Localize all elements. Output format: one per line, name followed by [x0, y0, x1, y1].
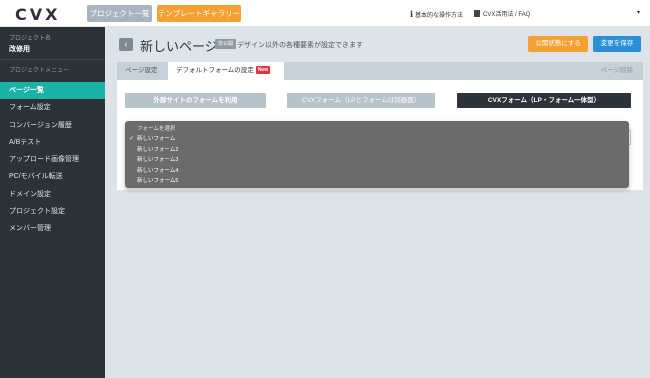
- book-icon: [474, 10, 480, 17]
- tabs-bar: ページ設定 デフォルトフォームの設定 New ページ削除: [117, 62, 643, 80]
- sidebar-item-conversion-history[interactable]: コンバージョン履歴: [0, 117, 105, 134]
- dropdown-option[interactable]: 新しいフォーム3: [125, 155, 629, 165]
- dropdown-option[interactable]: 新しいフォーム2: [125, 145, 629, 155]
- info-icon: i: [410, 9, 414, 19]
- top-bar: CVX プロジェクト一覧 テンプレートギャラリー i 基本的な操作方法 CVX活用…: [0, 0, 650, 27]
- project-list-button[interactable]: プロジェクト一覧: [87, 5, 152, 22]
- project-menu-caption: プロジェクトメニュー: [9, 68, 70, 74]
- sidebar-item-page-list[interactable]: ページ一覧: [0, 82, 105, 100]
- dropdown-header: フォームを選択: [137, 126, 176, 132]
- sidebar-item-member-management[interactable]: メンバー管理: [0, 220, 105, 237]
- back-icon[interactable]: ‹: [119, 38, 133, 51]
- cvx-logo[interactable]: CVX: [15, 5, 60, 24]
- integrated-form-button[interactable]: CVXフォーム（LP・フォーム一体型）: [457, 93, 631, 108]
- project-caption: プロジェクト名: [9, 36, 52, 42]
- faq-link[interactable]: CVX活用法 / FAQ: [474, 9, 530, 18]
- project-name: 改修用: [9, 46, 30, 53]
- save-button[interactable]: 変更を保存: [593, 36, 641, 52]
- form-select-dropdown[interactable]: フォームを選択 ✓ 新しいフォーム 新しいフォーム2 新しいフォーム3 新しいフォ…: [125, 121, 629, 188]
- sidebar-item-pc-mobile-redirect[interactable]: PC/モバイル転送: [0, 168, 105, 185]
- separate-form-button[interactable]: CVXフォーム（LPとフォームは別画面）: [287, 93, 435, 108]
- dropdown-option-label: 新しいフォーム: [137, 136, 176, 143]
- checkmark-icon: ✓: [129, 136, 135, 143]
- main-content: ‹ 新しいページ 非公開 デザイン以外の各種要素が設定できます 公開状態にする …: [105, 27, 650, 378]
- tab-default-form-label: デフォルトフォームの設定: [176, 67, 254, 74]
- dropdown-option[interactable]: 新しいフォーム4: [125, 166, 629, 176]
- faq-label: CVX活用法 / FAQ: [483, 12, 531, 18]
- basic-operation-label: 基本的な操作方法: [415, 13, 464, 19]
- tab-page-settings[interactable]: ページ設定: [125, 62, 157, 80]
- tab-default-form[interactable]: デフォルトフォームの設定 New: [168, 62, 284, 80]
- sidebar-item-project-settings[interactable]: プロジェクト設定: [0, 203, 105, 220]
- sidebar-item-uploaded-images[interactable]: アップロード画像管理: [0, 151, 105, 168]
- sidebar-item-form-settings[interactable]: フォーム設定: [0, 99, 105, 116]
- publish-button[interactable]: 公開状態にする: [528, 36, 588, 52]
- project-info: プロジェクト名 改修用: [0, 27, 105, 60]
- basic-operation-link[interactable]: i 基本的な操作方法: [410, 9, 463, 19]
- template-gallery-button[interactable]: テンプレートギャラリー: [157, 5, 241, 22]
- sidebar: プロジェクト名 改修用 プロジェクトメニュー ページ一覧 フォーム設定 コンバー…: [0, 27, 105, 378]
- page-description: デザイン以外の各種要素が設定できます: [237, 42, 363, 49]
- external-form-button[interactable]: 外部サイトのフォームを利用: [125, 93, 266, 108]
- sidebar-item-ab-test[interactable]: A/Bテスト: [0, 134, 105, 151]
- tab-delete-page[interactable]: ページ削除: [601, 62, 633, 80]
- dropdown-option[interactable]: ✓ 新しいフォーム: [125, 134, 629, 144]
- page-title: 新しいページ: [140, 39, 218, 54]
- sidebar-item-domain-settings[interactable]: ドメイン設定: [0, 186, 105, 203]
- account-menu-caret-icon[interactable]: ▾: [637, 9, 640, 16]
- new-badge: New: [255, 66, 271, 74]
- dropdown-option[interactable]: 新しいフォーム5: [125, 176, 629, 186]
- status-badge: 非公開: [215, 39, 237, 49]
